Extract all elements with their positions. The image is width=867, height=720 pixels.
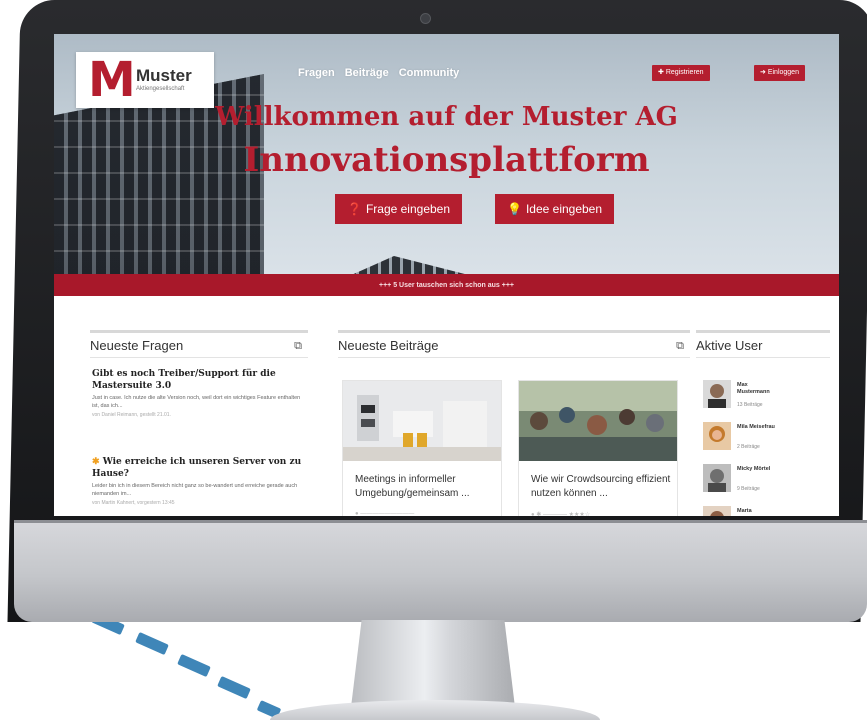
nav-item-beitraege[interactable]: Beiträge: [345, 67, 389, 79]
external-link-icon[interactable]: ⧉: [294, 335, 302, 357]
monitor-chin: [14, 520, 867, 622]
user-name: Mila Meisefrau: [737, 424, 775, 430]
post-rating-stars: ● ✱ ―――― ★★★☆: [531, 512, 591, 516]
login-icon: ➜: [760, 69, 766, 76]
screen: M Muster Aktiengesellschaft Fragen Beitr…: [54, 34, 839, 516]
login-button[interactable]: ➜ Einloggen: [754, 65, 805, 81]
questions-header: Neueste Fragen ⧉: [90, 330, 308, 358]
user-name: Marta: [737, 508, 752, 514]
plus-icon: ✚: [658, 69, 664, 76]
post-title: Wie wir Crowdsourcing effizient nutzen k…: [531, 474, 671, 499]
avatar: [703, 380, 731, 408]
camera-icon: [420, 13, 431, 24]
submit-idea-label: Idee eingeben: [525, 202, 603, 216]
posts-header-label: Neueste Beiträge: [338, 338, 439, 353]
register-button[interactable]: ✚ Registrieren: [652, 65, 710, 81]
lightbulb-icon: 💡: [507, 202, 522, 216]
hero-section: M Muster Aktiengesellschaft Fragen Beitr…: [54, 34, 839, 296]
question-title[interactable]: Gibt es noch Treiber/Support für die Mas…: [92, 368, 306, 392]
monitor-chin-edge: [14, 520, 867, 523]
post-title: Meetings in informeller Umgebung/gemeins…: [355, 474, 470, 499]
lightbulb-icon: ✱: [92, 457, 100, 467]
avatar: [703, 506, 731, 516]
users-header: Aktive User: [696, 330, 830, 358]
logo-subtitle: Aktiengesellschaft: [136, 86, 185, 92]
post-image-office: [343, 381, 501, 461]
question-icon: ❓: [347, 202, 362, 216]
nav-item-community[interactable]: Community: [399, 67, 460, 79]
nav-item-fragen[interactable]: Fragen: [298, 67, 335, 79]
logo-name: Muster: [136, 66, 192, 85]
post-card[interactable]: Meetings in informeller Umgebung/gemeins…: [342, 380, 502, 516]
monitor-stand: [351, 620, 515, 704]
user-name: Max Mustermann: [737, 382, 770, 395]
question-excerpt: Leider bin ich in diesem Bereich nicht g…: [92, 483, 298, 497]
questions-header-label: Neueste Fragen: [90, 338, 184, 353]
post-card[interactable]: Wie wir Crowdsourcing effizient nutzen k…: [518, 380, 678, 516]
avatar: [703, 422, 731, 450]
question-title-text: Wie erreiche ich unseren Server von zu H…: [92, 457, 302, 479]
decorative-dash: [217, 675, 251, 700]
post-image-crowd: [519, 381, 677, 461]
avatar: [703, 464, 731, 492]
logo-letter: M: [88, 52, 136, 108]
monitor-stand-base: [270, 700, 600, 720]
users-header-label: Aktive User: [696, 338, 763, 353]
ask-question-button[interactable]: ❓ Frage eingeben: [335, 194, 463, 224]
question-title[interactable]: ✱ Wie erreiche ich unseren Server von zu…: [92, 456, 306, 480]
hero-title: Willkommen auf der Muster AG: [215, 102, 678, 132]
login-label: Einloggen: [767, 69, 799, 76]
user-post-count: 9 Beiträge: [737, 486, 760, 492]
user-post-count: 13 Beiträge: [737, 402, 763, 408]
user-post-count: 2 Beiträge: [737, 444, 760, 450]
logo[interactable]: M Muster Aktiengesellschaft: [76, 52, 214, 108]
decorative-dash: [177, 653, 211, 678]
hero-subtitle: Innovationsplattform: [243, 140, 650, 180]
external-link-icon[interactable]: ⧉: [676, 335, 684, 357]
submit-idea-button[interactable]: 💡 Idee eingeben: [495, 194, 615, 224]
register-label: Registrieren: [665, 69, 704, 76]
post-footer-icons: ● ―――――――――: [355, 511, 415, 516]
question-meta: von Daniel Reimann, gestellt 21.01.: [92, 412, 171, 418]
question-excerpt: Just in case. Ich nutze die alte Version…: [92, 395, 301, 409]
posts-header: Neueste Beiträge ⧉: [338, 330, 690, 358]
ask-question-label: Frage eingeben: [365, 202, 451, 216]
main-nav: Fragen Beiträge Community: [298, 67, 459, 79]
user-count-banner: +++ 5 User tauschen sich schon aus +++: [54, 274, 839, 296]
user-name: Micky Mörtel: [737, 466, 771, 472]
question-meta: von Martin Kahnert, vorgestern 13:45: [92, 500, 175, 506]
decorative-dash: [135, 631, 169, 656]
